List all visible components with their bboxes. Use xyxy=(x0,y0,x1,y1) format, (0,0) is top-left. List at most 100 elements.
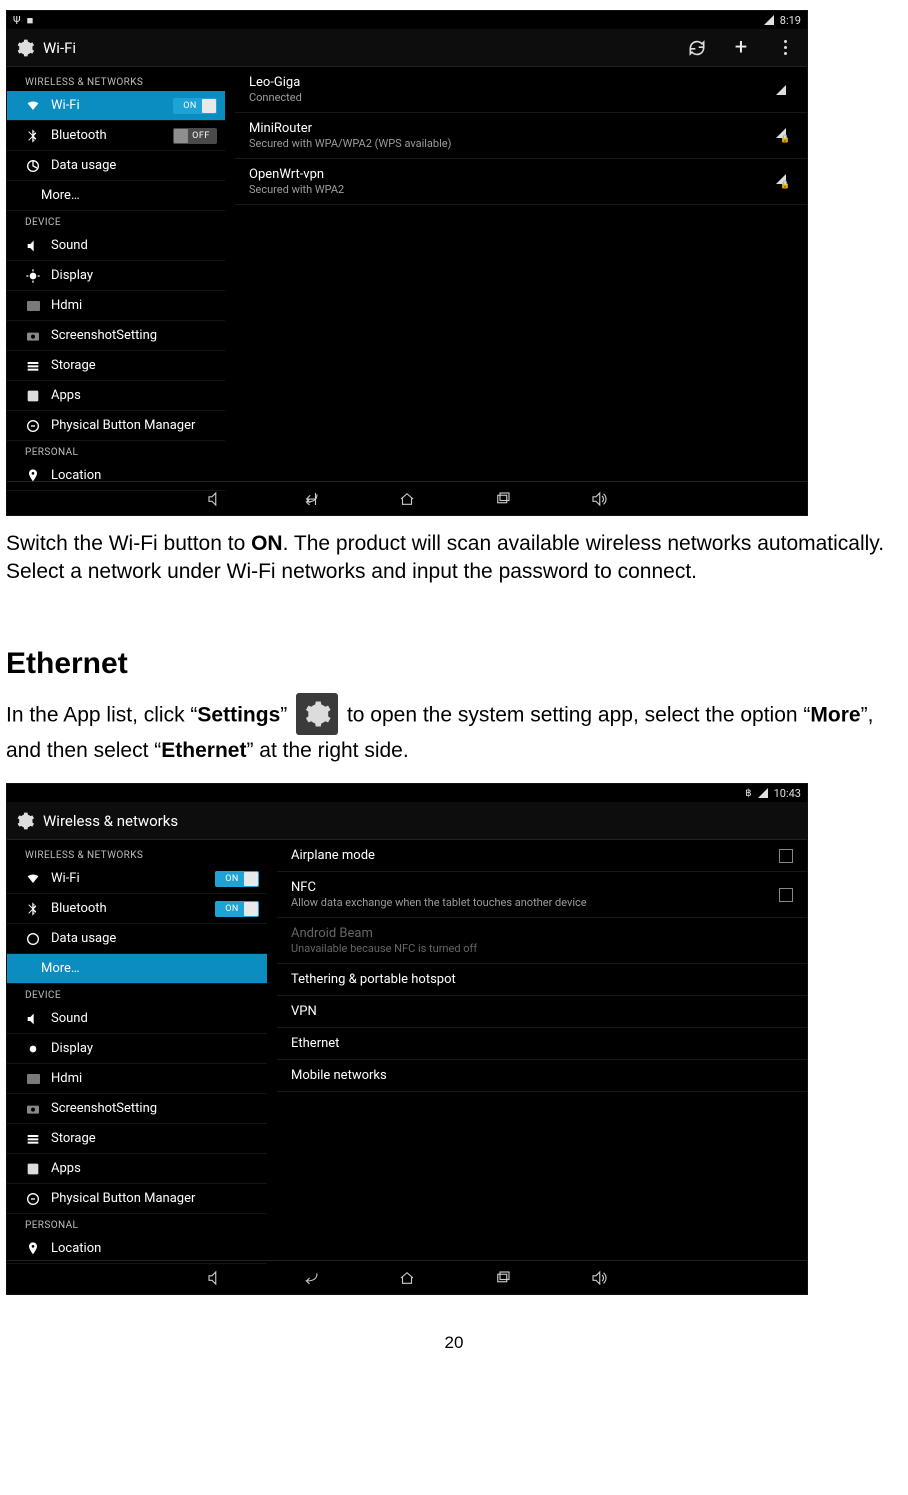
app-bar-title: Wireless & networks xyxy=(43,812,178,830)
recents-icon[interactable] xyxy=(490,1268,516,1288)
settings-app-icon xyxy=(296,693,338,735)
status-time: 8:19 xyxy=(780,14,801,27)
checkbox-icon[interactable] xyxy=(779,888,793,902)
sidebar-item-display[interactable]: Display xyxy=(7,1034,267,1064)
status-bar: ฿ 10:43 xyxy=(7,784,807,802)
wifi-toggle[interactable]: ON xyxy=(173,98,217,114)
option-nfc[interactable]: NFC Allow data exchange when the tablet … xyxy=(277,872,807,918)
section-device: DEVICE xyxy=(7,984,267,1004)
settings-icon[interactable] xyxy=(15,38,35,58)
sidebar-item-location[interactable]: Location xyxy=(7,461,225,491)
apps-icon xyxy=(25,1161,41,1177)
button-manager-icon xyxy=(25,418,41,434)
section-personal: PERSONAL xyxy=(7,441,225,461)
refresh-icon[interactable] xyxy=(687,38,707,58)
option-tethering[interactable]: Tethering & portable hotspot xyxy=(277,964,807,996)
sound-icon xyxy=(25,1011,41,1027)
sidebar-item-hdmi[interactable]: Hdmi xyxy=(7,291,225,321)
sidebar-item-storage[interactable]: Storage xyxy=(7,351,225,381)
home-icon[interactable] xyxy=(394,1268,420,1288)
wifi-network-item[interactable]: Leo-Giga Connected xyxy=(235,67,807,113)
bt-status-icon: ฿ xyxy=(745,788,751,799)
display-icon xyxy=(25,1041,41,1057)
sidebar-item-hdmi[interactable]: Hdmi xyxy=(7,1064,267,1094)
sidebar-item-screenshot[interactable]: ScreenshotSetting xyxy=(7,321,225,351)
heading-ethernet: Ethernet xyxy=(6,647,902,681)
sidebar-item-bluetooth[interactable]: Bluetooth OFF xyxy=(7,121,225,151)
wifi-status-icon xyxy=(758,788,768,798)
display-icon xyxy=(25,268,41,284)
hdmi-icon xyxy=(25,298,41,314)
section-wireless: WIRELESS & NETWORKS xyxy=(7,71,225,91)
bluetooth-toggle[interactable]: ON xyxy=(215,901,259,917)
sidebar-item-display[interactable]: Display xyxy=(7,261,225,291)
wifi-status-icon xyxy=(764,15,774,25)
status-bar: Ψ ■ 8:19 xyxy=(7,11,807,29)
data-usage-icon xyxy=(25,158,41,174)
sidebar-item-apps[interactable]: Apps xyxy=(7,1154,267,1184)
settings-icon[interactable] xyxy=(15,811,35,831)
location-icon xyxy=(25,1241,41,1257)
wifi-signal-locked-icon: 🔒 xyxy=(769,128,793,143)
battery-icon: ■ xyxy=(27,14,34,27)
settings-sidebar: WIRELESS & NETWORKS Wi-Fi ON Bluetooth O… xyxy=(7,67,225,481)
sidebar-item-data-usage[interactable]: Data usage xyxy=(7,151,225,181)
back-icon[interactable] xyxy=(298,1268,324,1288)
wifi-networks-pane: Leo-Giga Connected MiniRouter Secured wi… xyxy=(235,67,807,481)
storage-icon xyxy=(25,1131,41,1147)
sidebar-item-more[interactable]: More… xyxy=(7,954,267,984)
back-icon[interactable] xyxy=(298,489,324,509)
system-nav-bar xyxy=(7,1260,807,1294)
wifi-toggle[interactable]: ON xyxy=(215,871,259,887)
screenshot-wifi-settings: Ψ ■ 8:19 Wi-Fi + WIRELESS & NETWORKS xyxy=(6,10,808,516)
screenshot-wireless-networks: ฿ 10:43 Wireless & networks WIRELESS & N… xyxy=(6,783,808,1295)
data-usage-icon xyxy=(25,931,41,947)
page-number: 20 xyxy=(6,1333,902,1353)
overflow-menu-icon[interactable] xyxy=(775,38,795,58)
sidebar-item-sound[interactable]: Sound xyxy=(7,1004,267,1034)
settings-sidebar: WIRELESS & NETWORKS Wi-Fi ON Bluetooth O… xyxy=(7,840,267,1260)
volume-up-icon[interactable] xyxy=(586,489,612,509)
bluetooth-icon xyxy=(25,128,41,144)
hdmi-icon xyxy=(25,1071,41,1087)
option-vpn[interactable]: VPN xyxy=(277,996,807,1028)
section-wireless: WIRELESS & NETWORKS xyxy=(7,844,267,864)
paragraph-wifi-instruction: Switch the Wi-Fi button to ON. The produ… xyxy=(6,530,902,587)
sidebar-item-pbm[interactable]: Physical Button Manager xyxy=(7,1184,267,1214)
option-mobile-networks[interactable]: Mobile networks xyxy=(277,1060,807,1092)
wifi-network-item[interactable]: MiniRouter Secured with WPA/WPA2 (WPS av… xyxy=(235,113,807,159)
more-options-pane: Airplane mode NFC Allow data exchange wh… xyxy=(277,840,807,1260)
volume-up-icon[interactable] xyxy=(586,1268,612,1288)
add-network-icon[interactable]: + xyxy=(731,38,751,58)
sidebar-item-more[interactable]: More… xyxy=(7,181,225,211)
sidebar-item-storage[interactable]: Storage xyxy=(7,1124,267,1154)
bluetooth-toggle[interactable]: OFF xyxy=(173,128,217,144)
sidebar-item-bluetooth[interactable]: Bluetooth ON xyxy=(7,894,267,924)
volume-down-icon[interactable] xyxy=(202,1268,228,1288)
sidebar-item-pbm[interactable]: Physical Button Manager xyxy=(7,411,225,441)
button-manager-icon xyxy=(25,1191,41,1207)
home-icon[interactable] xyxy=(394,489,420,509)
option-ethernet[interactable]: Ethernet xyxy=(277,1028,807,1060)
sidebar-item-wifi[interactable]: Wi-Fi ON xyxy=(7,864,267,894)
sidebar-item-location[interactable]: Location xyxy=(7,1234,267,1264)
wifi-network-item[interactable]: OpenWrt-vpn Secured with WPA2 🔒 xyxy=(235,159,807,205)
usb-icon: Ψ xyxy=(13,14,21,27)
sidebar-item-wifi[interactable]: Wi-Fi ON xyxy=(7,91,225,121)
wifi-icon xyxy=(25,871,41,887)
app-bar-title: Wi-Fi xyxy=(43,39,76,57)
paragraph-ethernet-instruction: In the App list, click “Settings” to ope… xyxy=(6,695,902,765)
volume-down-icon[interactable] xyxy=(202,489,228,509)
sound-icon xyxy=(25,238,41,254)
location-icon xyxy=(25,468,41,484)
sidebar-item-sound[interactable]: Sound xyxy=(7,231,225,261)
sidebar-item-data-usage[interactable]: Data usage xyxy=(7,924,267,954)
sidebar-item-screenshot[interactable]: ScreenshotSetting xyxy=(7,1094,267,1124)
app-bar: Wireless & networks xyxy=(7,802,807,840)
recents-icon[interactable] xyxy=(490,489,516,509)
checkbox-icon[interactable] xyxy=(779,849,793,863)
option-airplane-mode[interactable]: Airplane mode xyxy=(277,840,807,872)
sidebar-item-apps[interactable]: Apps xyxy=(7,381,225,411)
option-android-beam: Android Beam Unavailable because NFC is … xyxy=(277,918,807,964)
camera-icon xyxy=(25,1101,41,1117)
